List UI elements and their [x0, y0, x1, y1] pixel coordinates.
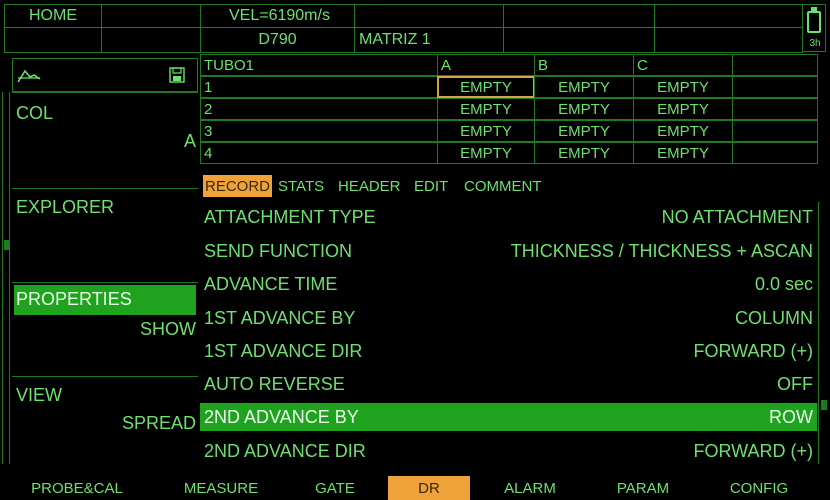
sidebar-panel-view[interactable]: VIEW SPREAD: [12, 376, 198, 468]
property-row-2nd-advance-dir[interactable]: 2ND ADVANCE DIR FORWARD (+): [200, 437, 817, 465]
grid-row-label[interactable]: 2: [200, 98, 438, 120]
property-value: FORWARD (+): [693, 441, 814, 461]
nav-probe-cal[interactable]: PROBE&CAL: [18, 476, 136, 500]
nav-measure[interactable]: MEASURE: [166, 476, 276, 500]
header-empty-6: [101, 27, 201, 53]
sidebar-panel-col-value: A: [183, 131, 196, 151]
header-empty-7: [503, 27, 655, 53]
waveform-icon[interactable]: [17, 68, 41, 84]
grid-cell-empty: [732, 98, 818, 120]
sidebar-panel-properties[interactable]: PROPERTIES SHOW: [12, 282, 198, 376]
property-label: ATTACHMENT TYPE: [204, 207, 376, 227]
property-row-attachment-type[interactable]: ATTACHMENT TYPE NO ATTACHMENT: [200, 203, 817, 231]
tab-edit[interactable]: EDIT: [412, 175, 450, 197]
sidebar-panel-col-title: COL: [16, 103, 54, 123]
property-value: NO ATTACHMENT: [661, 207, 813, 227]
property-value: ROW: [769, 407, 813, 427]
header-empty-8: [654, 27, 803, 53]
grid-cell[interactable]: EMPTY: [437, 98, 535, 120]
grid-cell[interactable]: EMPTY: [534, 142, 634, 164]
header-empty-2: [354, 4, 504, 28]
grid-col-header-empty: [732, 54, 818, 76]
save-icon[interactable]: [169, 67, 185, 83]
sidebar-panel-properties-value: SHOW: [140, 319, 196, 339]
header-empty-3: [503, 4, 655, 28]
property-value: 0.0 sec: [754, 274, 813, 294]
nav-config[interactable]: CONFIG: [716, 476, 802, 500]
sidebar-panel-properties-title: PROPERTIES: [16, 289, 132, 309]
grid-name: TUBO1: [200, 54, 438, 76]
grid-cell[interactable]: EMPTY: [633, 120, 733, 142]
grid-cell[interactable]: EMPTY: [437, 120, 535, 142]
grid-cell-empty: [732, 120, 818, 142]
matrix-name: MATRIZ 1: [354, 27, 504, 53]
header-empty-4: [654, 4, 803, 28]
property-label: 2ND ADVANCE DIR: [204, 441, 366, 461]
property-value: FORWARD (+): [693, 341, 814, 361]
property-value: THICKNESS / THICKNESS + ASCAN: [510, 241, 813, 261]
grid-row-label[interactable]: 3: [200, 120, 438, 142]
grid-cell[interactable]: EMPTY: [534, 120, 634, 142]
property-value: COLUMN: [734, 308, 813, 328]
nav-gate[interactable]: GATE: [300, 476, 370, 500]
battery-time: 3h: [809, 38, 821, 49]
sidebar-toolbar: [12, 58, 198, 92]
sidebar-panel-explorer[interactable]: EXPLORER: [12, 188, 198, 282]
tab-comment[interactable]: COMMENT: [462, 175, 544, 197]
grid-cell[interactable]: EMPTY: [437, 142, 535, 164]
property-label: 1ST ADVANCE DIR: [204, 341, 363, 361]
battery-indicator: 3h: [802, 4, 826, 52]
sidebar-scroll-thumb[interactable]: [4, 240, 9, 250]
grid-cell[interactable]: EMPTY: [534, 76, 634, 98]
grid-col-header-c[interactable]: C: [633, 54, 733, 76]
property-label: 1ST ADVANCE BY: [204, 308, 356, 328]
property-label: AUTO REVERSE: [204, 374, 345, 394]
sidebar-panel-view-value: SPREAD: [121, 413, 196, 433]
property-row-2nd-advance-by[interactable]: 2ND ADVANCE BY ROW: [200, 403, 817, 431]
nav-param[interactable]: PARAM: [600, 476, 686, 500]
tab-header[interactable]: HEADER: [336, 175, 403, 197]
property-tabs: RECORD STATS HEADER EDIT COMMENT: [200, 175, 817, 197]
grid-cell-selected[interactable]: EMPTY: [437, 76, 535, 98]
velocity-readout: VEL=6190m/s: [200, 4, 355, 28]
header-empty-5: [4, 27, 102, 53]
property-row-1st-advance-dir[interactable]: 1ST ADVANCE DIR FORWARD (+): [200, 337, 817, 365]
sidebar-panel-view-title: VIEW: [16, 385, 63, 405]
sidebar-panel-explorer-title: EXPLORER: [16, 197, 115, 217]
grid-col-header-b[interactable]: B: [534, 54, 634, 76]
property-row-1st-advance-by[interactable]: 1ST ADVANCE BY COLUMN: [200, 304, 817, 332]
property-row-send-function[interactable]: SEND FUNCTION THICKNESS / THICKNESS + AS…: [200, 237, 817, 265]
property-label: SEND FUNCTION: [204, 241, 352, 261]
grid-cell[interactable]: EMPTY: [534, 98, 634, 120]
property-value: OFF: [777, 374, 813, 394]
battery-icon-body: [807, 11, 821, 33]
bottom-nav: PROBE&CAL MEASURE GATE DR ALARM PARAM CO…: [0, 474, 830, 500]
home-label[interactable]: HOME: [4, 4, 102, 28]
grid-row-label[interactable]: 4: [200, 142, 438, 164]
probe-readout: D790: [200, 27, 355, 53]
grid-row-label[interactable]: 1: [200, 76, 438, 98]
property-row-advance-time[interactable]: ADVANCE TIME 0.0 sec: [200, 270, 817, 298]
nav-dr[interactable]: DR: [388, 476, 470, 500]
property-label: ADVANCE TIME: [204, 274, 338, 294]
property-scroll-thumb[interactable]: [821, 400, 827, 410]
grid-cell-empty: [732, 76, 818, 98]
header-empty-1: [101, 4, 201, 28]
property-row-auto-reverse[interactable]: AUTO REVERSE OFF: [200, 370, 817, 398]
sidebar-panel-col[interactable]: COL A: [12, 92, 198, 188]
property-label: 2ND ADVANCE BY: [204, 407, 359, 427]
tab-record[interactable]: RECORD: [203, 175, 273, 197]
grid-cell[interactable]: EMPTY: [633, 98, 733, 120]
property-scrollbar[interactable]: [818, 202, 828, 464]
grid-cell-empty: [732, 142, 818, 164]
tab-stats[interactable]: STATS: [276, 175, 326, 197]
grid-cell[interactable]: EMPTY: [633, 142, 733, 164]
grid-cell[interactable]: EMPTY: [633, 76, 733, 98]
sidebar-scrollbar[interactable]: [2, 92, 10, 464]
grid-col-header-a[interactable]: A: [437, 54, 535, 76]
nav-alarm[interactable]: ALARM: [490, 476, 570, 500]
